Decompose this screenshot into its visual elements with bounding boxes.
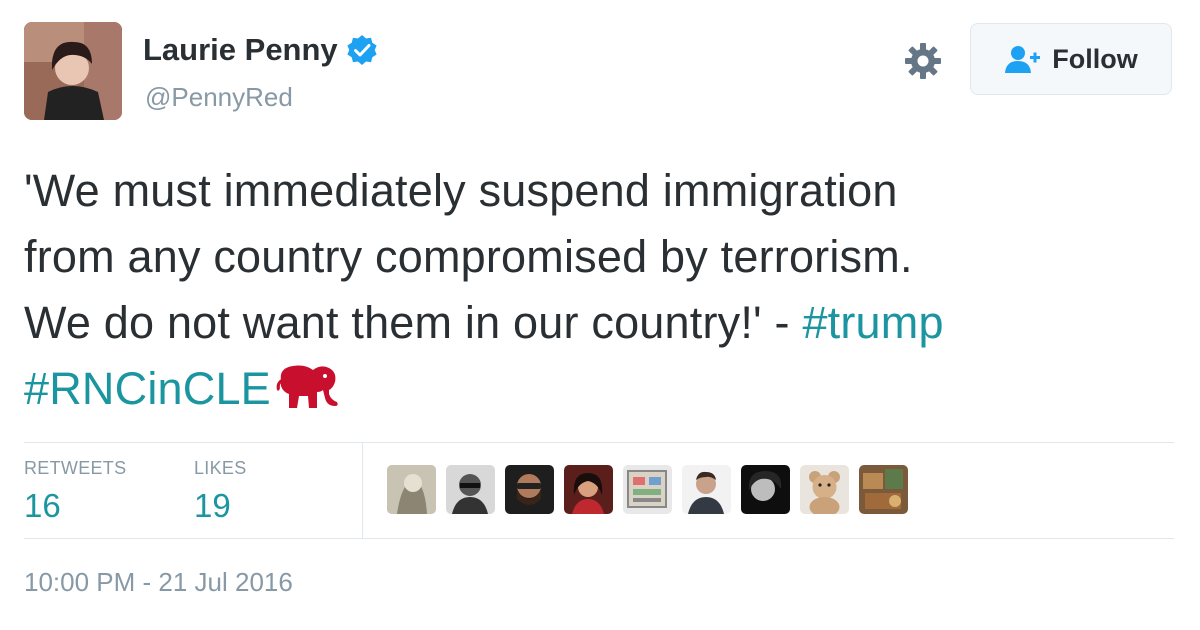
tweet-line-3-text: We do not want them in our country!' - [24,297,803,348]
user-name[interactable]: Laurie Penny [143,32,338,68]
gear-icon[interactable] [902,40,944,82]
user-name-row: Laurie Penny [143,32,378,68]
tweet-timestamp[interactable]: 10:00 PM - 21 Jul 2016 [24,567,293,598]
verified-badge-icon [346,34,378,66]
liker-avatar[interactable] [505,465,554,514]
retweets-count: 16 [24,487,61,524]
tweet-text: 'We must immediately suspend immigration… [24,158,1174,422]
liker-avatar[interactable] [446,465,495,514]
elephant-emoji-icon [275,360,341,412]
hashtag-trump-link[interactable]: #trump [802,297,943,348]
retweets-stat[interactable]: RETWEETS 16 [24,458,126,525]
user-handle[interactable]: @PennyRed [145,82,293,113]
tweet-line-1: 'We must immediately suspend immigration [24,165,898,216]
stats-top-divider [24,442,1174,443]
likes-stat[interactable]: LIKES 19 [194,458,247,525]
follow-button[interactable]: Follow [970,23,1172,95]
tweet-line-2: from any country compromised by terroris… [24,231,913,282]
stats-vertical-divider [362,443,363,538]
tweet-line-3: We do not want them in our country!' - #… [24,290,1174,356]
liker-avatar[interactable] [859,465,908,514]
liker-avatars [387,465,908,514]
profile-avatar[interactable] [24,22,122,120]
liker-avatar[interactable] [741,465,790,514]
liker-avatar[interactable] [387,465,436,514]
liker-avatar[interactable] [623,465,672,514]
follow-button-label: Follow [1052,43,1138,74]
add-user-icon [1004,44,1042,74]
likes-count: 19 [194,487,231,524]
liker-avatar[interactable] [564,465,613,514]
likes-label: LIKES [194,458,247,478]
hashtag-rncincle-link[interactable]: #RNCinCLE [24,363,271,414]
liker-avatar[interactable] [682,465,731,514]
retweets-label: RETWEETS [24,458,127,478]
tweet-line-4: #RNCinCLE [24,356,1174,422]
liker-avatar[interactable] [800,465,849,514]
stats-bottom-divider [24,538,1174,539]
